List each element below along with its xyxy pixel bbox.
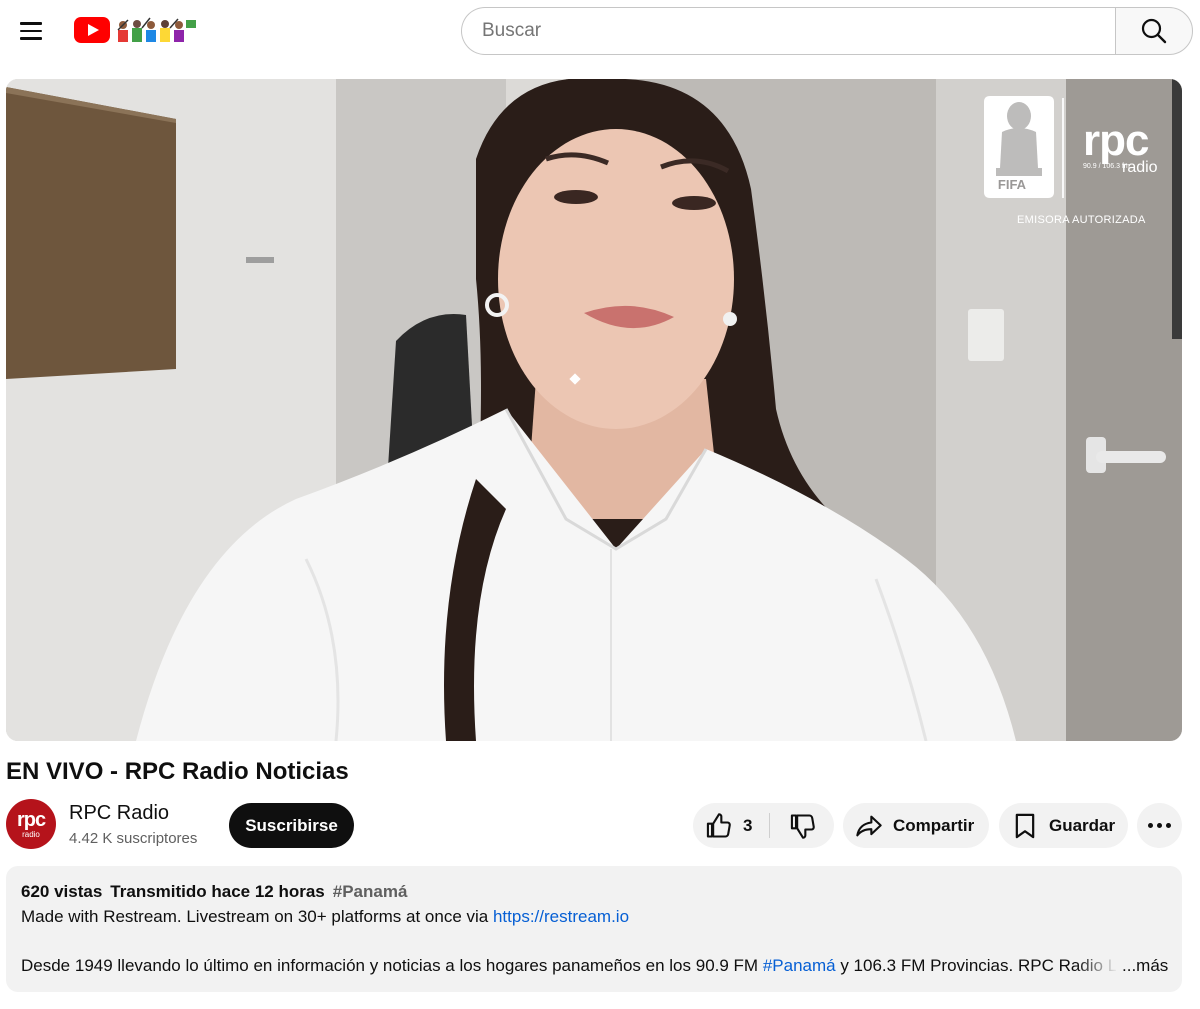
overlay-divider <box>1062 98 1064 198</box>
description-text: Desde 1949 llevando lo último en informa… <box>21 956 763 975</box>
like-button[interactable]: 3 <box>693 803 769 848</box>
video-player[interactable]: FIFA rpc 90.9 / 106.3 fm radio EMISORA A… <box>6 79 1182 741</box>
view-count: 620 vistas <box>21 882 103 901</box>
description-box[interactable]: 620 vistas Transmitido hace 12 horas #Pana… <box>6 866 1182 992</box>
dislike-button[interactable] <box>773 803 833 848</box>
description-text: y 106.3 FM Provincias. RPC Radio L <box>835 956 1116 975</box>
description-line-1: Made with Restream. Livestream on 30+ pl… <box>21 907 629 927</box>
hashtag-link[interactable]: #Panamá <box>333 882 408 901</box>
channel-name[interactable]: RPC Radio <box>69 802 169 825</box>
share-icon <box>856 815 882 836</box>
restream-link[interactable]: https://restream.io <box>493 907 629 926</box>
avatar-brand: rpc <box>16 809 46 831</box>
subscriber-count: 4.42 K suscriptores <box>69 830 198 847</box>
like-divider <box>769 813 770 838</box>
menu-line <box>20 29 42 33</box>
youtube-play-icon <box>74 17 110 43</box>
broadcaster-overlay: FIFA rpc 90.9 / 106.3 fm radio EMISORA A… <box>981 95 1171 226</box>
top-bar <box>0 0 1200 62</box>
show-more-link[interactable]: ...más <box>1122 956 1168 976</box>
doodle-icon <box>117 17 196 42</box>
stream-time: Transmitido hace 12 horas <box>110 882 325 901</box>
search-bar <box>461 7 1193 55</box>
overlay-radio: radio <box>1122 159 1158 176</box>
share-button[interactable]: Compartir <box>843 803 989 848</box>
menu-line <box>20 22 42 25</box>
fifa-label: FIFA <box>997 177 1027 192</box>
description-text: Made with Restream. Livestream on 30+ pl… <box>21 907 493 926</box>
text-fade <box>1076 954 1118 978</box>
search-input[interactable] <box>461 7 1116 55</box>
thumbs-down-icon <box>790 813 815 839</box>
overlay-brand: rpc <box>1083 116 1149 165</box>
thumbs-up-icon <box>706 812 731 838</box>
menu-line <box>20 37 42 40</box>
like-count: 3 <box>743 815 753 835</box>
menu-button[interactable] <box>12 12 50 50</box>
avatar-sub: radio <box>22 830 40 839</box>
search-icon <box>1141 18 1167 44</box>
share-label: Compartir <box>893 815 975 835</box>
description-line-2: Desde 1949 llevando lo último en informa… <box>21 956 1116 976</box>
more-dot <box>1166 823 1171 828</box>
youtube-logo[interactable] <box>74 14 198 46</box>
more-dot <box>1148 823 1153 828</box>
hashtag-link[interactable]: #Panamá <box>763 956 836 975</box>
video-title: EN VIVO - RPC Radio Noticias <box>6 758 349 785</box>
overlay-authorized: EMISORA AUTORIZADA <box>1017 214 1146 226</box>
more-actions-button[interactable] <box>1137 803 1182 848</box>
description-meta: 620 vistas Transmitido hace 12 horas #Pana… <box>21 882 407 902</box>
save-label: Guardar <box>1049 815 1116 835</box>
bookmark-icon <box>1015 813 1035 838</box>
search-button[interactable] <box>1115 7 1193 55</box>
more-dot <box>1157 823 1162 828</box>
channel-avatar[interactable]: rpc radio <box>6 799 56 849</box>
subscribe-button[interactable]: Suscribirse <box>229 803 354 848</box>
like-dislike-group: 3 <box>693 803 834 848</box>
save-button[interactable]: Guardar <box>999 803 1128 848</box>
